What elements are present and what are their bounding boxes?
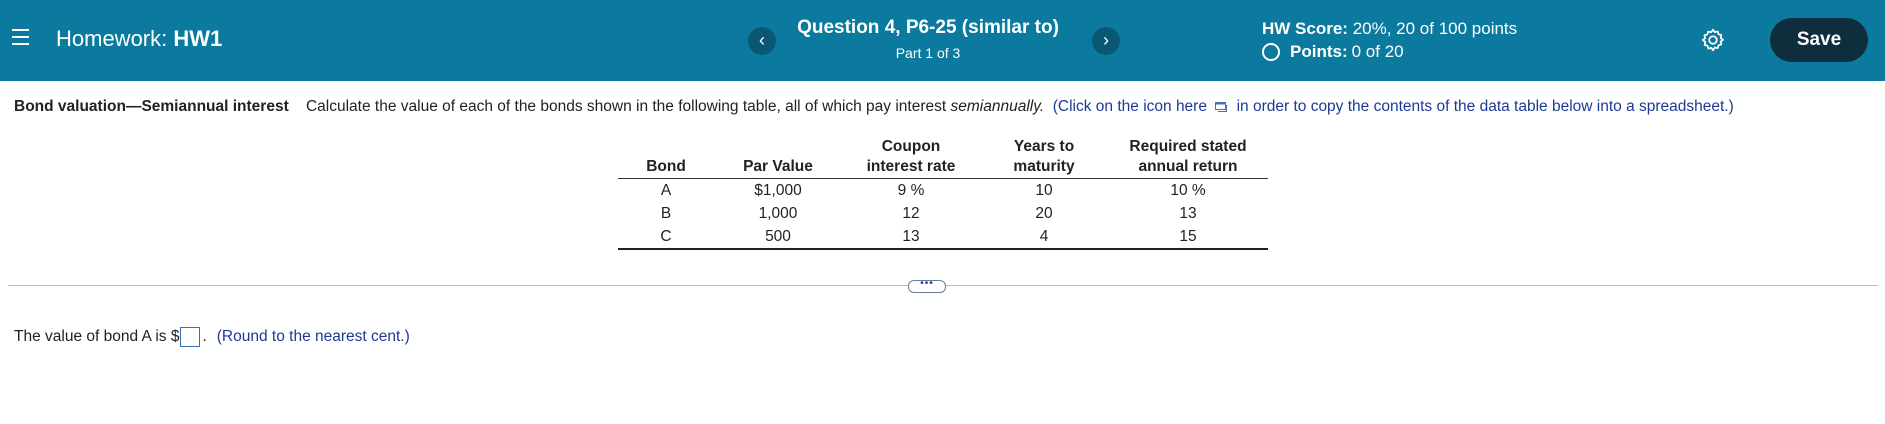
prompt-italic: semiannually. — [950, 98, 1045, 115]
coupon-cell: 12 — [902, 205, 920, 222]
coupon-cell: 13 — [902, 228, 920, 245]
answer-input[interactable] — [180, 327, 201, 347]
header-par-value: Par Value — [743, 158, 813, 175]
points-label: Points: — [1290, 42, 1348, 61]
points-value: 0 of 20 — [1351, 42, 1404, 61]
years-cell: 20 — [1035, 205, 1053, 222]
return-cell: 13 — [1179, 205, 1197, 222]
answer-hint: (Round to the nearest cent.) — [216, 328, 410, 345]
par-value-cell: $1,000 — [754, 182, 802, 199]
hw-score-value: 20%, 20 of 100 points — [1352, 19, 1518, 38]
years-cell: 10 — [1035, 182, 1053, 199]
homework-name: HW1 — [173, 26, 223, 51]
save-button[interactable]: Save — [1770, 18, 1868, 62]
answer-prompt: The value of bond A is $ — [14, 328, 180, 345]
header-years-to-maturity: Years to maturity — [1013, 138, 1075, 175]
next-question-button[interactable]: › — [1092, 27, 1120, 55]
table-row: C 500 13 4 15 — [618, 225, 1268, 249]
points-circle-icon — [1262, 43, 1280, 61]
table-row: A $1,000 9 % 10 10 % — [618, 179, 1268, 203]
copy-instruction-start: (Click on the icon here — [1052, 98, 1207, 115]
question-prompt: Bond valuation—Semiannual interest Calcu… — [14, 98, 1734, 116]
bond-cell: C — [660, 228, 672, 245]
bond-cell: A — [660, 182, 672, 199]
coupon-cell: 9 % — [897, 182, 925, 199]
question-title: Question 4, P6-25 (similar to) — [797, 17, 1059, 38]
answer-period: . — [202, 328, 207, 345]
gear-icon[interactable] — [1700, 27, 1726, 53]
prompt-text: Calculate the value of each of the bonds… — [305, 98, 947, 115]
par-value-cell: 1,000 — [758, 205, 798, 222]
previous-question-button[interactable]: ‹ — [748, 27, 776, 55]
bond-cell: B — [660, 205, 672, 222]
years-cell: 4 — [1039, 228, 1049, 245]
header-coupon-rate: Coupon interest rate — [866, 138, 956, 175]
homework-title: Homework: HW1 — [56, 26, 222, 52]
hw-score-label: HW Score: — [1262, 19, 1348, 38]
top-bar: Homework: HW1 ‹ Question 4, P6-25 (simil… — [0, 0, 1885, 81]
homework-prefix: Homework: — [56, 26, 168, 51]
hamburger-icon[interactable] — [12, 29, 29, 49]
hw-score: HW Score: 20%, 20 of 100 points — [1262, 19, 1517, 39]
copy-table-icon[interactable] — [1215, 102, 1228, 112]
table-row: B 1,000 12 20 13 — [618, 202, 1268, 225]
bond-data-table: Bond Par Value Coupon interest rate Years… — [618, 137, 1268, 250]
return-cell: 15 — [1179, 228, 1197, 245]
question-part: Part 1 of 3 — [895, 45, 961, 61]
prompt-title: Bond valuation—Semiannual interest — [14, 98, 289, 115]
points: Points: 0 of 20 — [1262, 42, 1404, 62]
return-cell: 10 % — [1170, 182, 1206, 199]
par-value-cell: 500 — [765, 228, 791, 245]
copy-instruction-end: in order to copy the contents of the dat… — [1236, 98, 1734, 115]
expand-button[interactable]: ••• — [908, 279, 946, 293]
table-header-row: Bond Par Value Coupon interest rate Years… — [618, 137, 1268, 179]
header-required-return: Required stated annual return — [1129, 138, 1247, 175]
answer-line: The value of bond A is $ . (Round to the… — [14, 327, 410, 347]
header-bond: Bond — [646, 158, 686, 175]
